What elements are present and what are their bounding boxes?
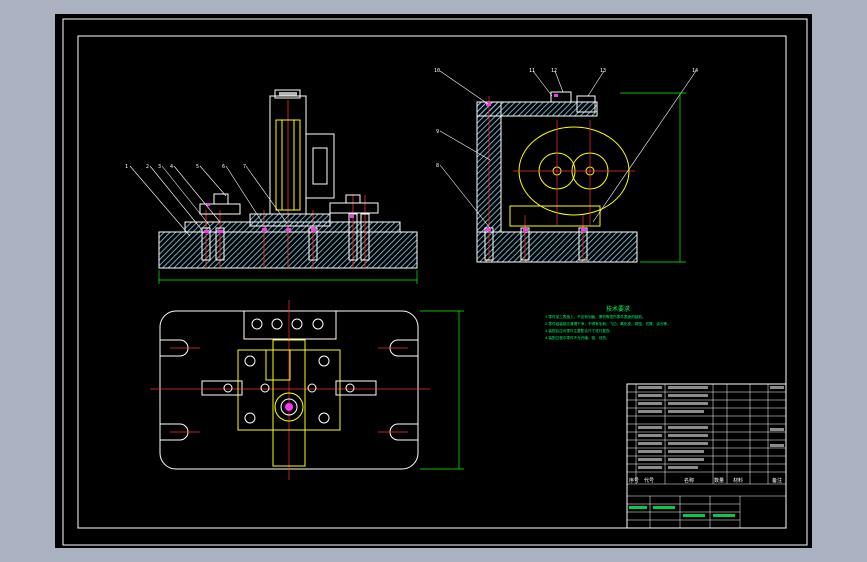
balloon-12: 12 (551, 68, 557, 74)
notes-line-3: 3.装配后应对零件主要配合尺寸进行复查。 (545, 328, 613, 333)
notes-line-2: 2.零件组装前应清理干净，不得有毛刺、飞边、氧化皮、锈蚀、切屑、油污等。 (545, 321, 671, 326)
balloon-1: 1 (125, 164, 128, 170)
balloon-10: 10 (434, 68, 440, 74)
bom-header-remark: 备注 (772, 477, 782, 484)
top-view (150, 300, 464, 480)
balloon-5: 5 (196, 164, 199, 170)
bom-header-material: 材料 (733, 477, 743, 484)
balloon-14: 14 (692, 68, 698, 74)
balloon-4: 4 (170, 164, 173, 170)
bom-header-code: 代号 (644, 477, 654, 484)
balloon-6: 6 (222, 164, 225, 170)
balloon-8: 8 (436, 163, 439, 169)
title-block: 序号 代号 名称 数量 材料 备注 (626, 383, 787, 529)
notes-line-1: 1.零件加工表面上，不应有划痕、擦伤等损伤零件表面的缺陷。 (545, 314, 645, 319)
balloon-13: 13 (600, 68, 606, 74)
balloon-9: 9 (436, 129, 439, 135)
balloon-2: 2 (146, 164, 149, 170)
bom-header-qty: 数量 (714, 477, 724, 484)
cad-drawing-canvas[interactable]: 1 2 3 4 5 6 7 10 9 8 11 12 13 14 技术要求 1.… (0, 0, 867, 562)
notes-title: 技术要求 (606, 305, 630, 313)
front-view: 1 2 3 4 5 6 7 (125, 89, 418, 284)
balloon-11: 11 (529, 68, 535, 74)
side-view: 10 9 8 11 12 13 14 (434, 68, 698, 263)
technical-notes: 技术要求 1.零件加工表面上，不应有划痕、擦伤等损伤零件表面的缺陷。 2.零件组… (545, 305, 671, 340)
bom-header-index: 序号 (629, 477, 639, 484)
bom-header-name: 名称 (684, 477, 694, 484)
notes-line-4: 4.装配过程中零件不允许磕、碰、划伤。 (545, 335, 610, 340)
balloon-3: 3 (158, 164, 161, 170)
balloon-7: 7 (243, 164, 246, 170)
